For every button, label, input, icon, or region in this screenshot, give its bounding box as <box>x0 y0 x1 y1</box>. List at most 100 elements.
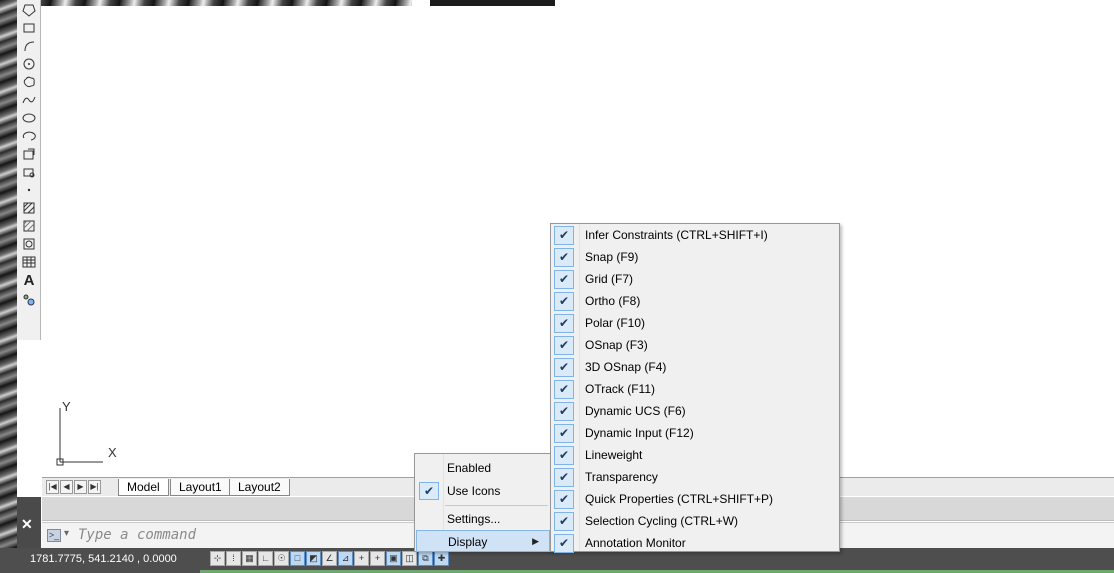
infer-constraints-icon[interactable]: ⊹ <box>210 551 225 566</box>
checkmark-icon: ✔ <box>554 292 574 311</box>
checkmark-icon: ✔ <box>554 424 574 443</box>
table-icon[interactable] <box>20 254 38 270</box>
menu-item-use-icons[interactable]: ✔ Use Icons <box>415 480 550 502</box>
submenu-item-osnap[interactable]: ✔ OSnap (F3) <box>551 334 839 356</box>
submenu-item-snap[interactable]: ✔ Snap (F9) <box>551 246 839 268</box>
coordinates-readout[interactable]: 1781.7775, 541.2140 , 0.0000 <box>30 553 177 565</box>
polygon-icon[interactable] <box>20 2 38 18</box>
submenu-item-otrack[interactable]: ✔ OTrack (F11) <box>551 378 839 400</box>
circle-icon[interactable] <box>20 56 38 72</box>
desktop-background <box>0 0 17 552</box>
ucs-y-label: Y <box>62 399 71 414</box>
submenu-item-infer-constraints[interactable]: ✔ Infer Constraints (CTRL+SHIFT+I) <box>551 224 839 246</box>
close-icon[interactable]: ✕ <box>21 516 33 533</box>
submenu-item-label: Quick Properties (CTRL+SHIFT+P) <box>585 492 774 506</box>
submenu-item-ortho[interactable]: ✔ Ortho (F8) <box>551 290 839 312</box>
menu-item-display[interactable]: Display ▶ <box>416 530 550 552</box>
otrack-icon[interactable]: ∠ <box>322 551 337 566</box>
hatch-icon[interactable] <box>20 200 38 216</box>
next-layout-button[interactable]: ▶ <box>74 480 87 494</box>
quick-properties-icon[interactable]: ◫ <box>402 551 417 566</box>
submenu-item-lineweight[interactable]: ✔ Lineweight <box>551 444 839 466</box>
submenu-item-transparency[interactable]: ✔ Transparency <box>551 466 839 488</box>
revision-cloud-icon[interactable] <box>20 74 38 90</box>
checkmark-icon: ✔ <box>554 468 574 487</box>
checkmark-icon: ✔ <box>554 358 574 377</box>
make-block-icon[interactable] <box>20 164 38 180</box>
command-prompt-icon[interactable]: >_ <box>47 529 61 542</box>
submenu-item-annotation-monitor[interactable]: ✔ Annotation Monitor <box>551 532 839 554</box>
submenu-item-label: Annotation Monitor <box>585 536 686 550</box>
point-icon[interactable] <box>20 182 38 198</box>
menu-item-label: Enabled <box>447 461 492 475</box>
ellipse-icon[interactable] <box>20 110 38 126</box>
menu-item-enabled[interactable]: Enabled <box>415 457 550 479</box>
submenu-item-label: OTrack (F11) <box>585 382 656 396</box>
ucs-x-label: X <box>108 445 117 460</box>
display-submenu: ✔ Infer Constraints (CTRL+SHIFT+I) ✔ Snap … <box>550 223 840 554</box>
submenu-item-dynamic-input[interactable]: ✔ Dynamic Input (F12) <box>551 422 839 444</box>
submenu-item-quick-properties[interactable]: ✔ Quick Properties (CTRL+SHIFT+P) <box>551 488 839 510</box>
add-selected-icon[interactable] <box>20 292 38 308</box>
checkmark-icon: ✔ <box>554 336 574 355</box>
grid-icon[interactable]: ▦ <box>242 551 257 566</box>
insert-block-icon[interactable] <box>20 146 38 162</box>
submenu-item-label: Snap (F9) <box>585 250 639 264</box>
checkmark-icon: ✔ <box>554 314 574 333</box>
ellipse-arc-icon[interactable] <box>20 128 38 144</box>
submenu-arrow-icon: ▶ <box>532 536 539 546</box>
previous-layout-button[interactable]: ◀ <box>60 480 73 494</box>
menu-item-label: Display <box>448 535 488 549</box>
annotation-monitor-icon[interactable]: ✚ <box>434 551 449 566</box>
submenu-item-label: Lineweight <box>585 448 643 462</box>
checkmark-icon: ✔ <box>554 270 574 289</box>
menu-item-label: Use Icons <box>447 484 501 498</box>
submenu-item-label: Dynamic UCS (F6) <box>585 404 686 418</box>
submenu-item-label: Polar (F10) <box>585 316 646 330</box>
dynamic-input-icon[interactable]: + <box>354 551 369 566</box>
submenu-item-label: 3D OSnap (F4) <box>585 360 667 374</box>
ortho-icon[interactable]: ∟ <box>258 551 273 566</box>
selection-cycling-icon[interactable]: ⧉ <box>418 551 433 566</box>
region-icon[interactable] <box>20 236 38 252</box>
3d-osnap-icon[interactable]: ◩ <box>306 551 321 566</box>
checkmark-icon: ✔ <box>554 226 574 245</box>
tab-layout1[interactable]: Layout1 <box>170 479 231 496</box>
submenu-item-selection-cycling[interactable]: ✔ Selection Cycling (CTRL+W) <box>551 510 839 532</box>
submenu-item-label: Ortho (F8) <box>585 294 641 308</box>
command-input[interactable]: Type a command <box>78 527 196 543</box>
gradient-icon[interactable] <box>20 218 38 234</box>
submenu-item-polar[interactable]: ✔ Polar (F10) <box>551 312 839 334</box>
submenu-item-3d-osnap[interactable]: ✔ 3D OSnap (F4) <box>551 356 839 378</box>
submenu-item-label: Selection Cycling (CTRL+W) <box>585 514 739 528</box>
checkmark-icon: ✔ <box>554 248 574 267</box>
submenu-item-label: OSnap (F3) <box>585 338 648 352</box>
tab-layout2[interactable]: Layout2 <box>229 479 290 496</box>
last-layout-button[interactable]: ▶| <box>88 480 101 494</box>
chevron-down-icon[interactable]: ▾ <box>64 528 69 539</box>
checkmark-icon: ✔ <box>554 512 574 531</box>
submenu-item-dynamic-ucs[interactable]: ✔ Dynamic UCS (F6) <box>551 400 839 422</box>
multiline-text-icon[interactable]: A <box>20 272 38 289</box>
first-layout-button[interactable]: |◀ <box>46 480 59 494</box>
lineweight-icon[interactable]: + <box>370 551 385 566</box>
rectangle-icon[interactable] <box>20 20 38 36</box>
snap-icon[interactable]: ⁞ <box>226 551 241 566</box>
transparency-icon[interactable]: ▣ <box>386 551 401 566</box>
submenu-item-grid[interactable]: ✔ Grid (F7) <box>551 268 839 290</box>
checkmark-icon: ✔ <box>419 482 439 500</box>
spline-icon[interactable] <box>20 92 38 108</box>
submenu-item-label: Transparency <box>585 470 658 484</box>
polar-icon[interactable]: ☉ <box>274 551 289 566</box>
submenu-item-label: Infer Constraints (CTRL+SHIFT+I) <box>585 228 768 242</box>
submenu-item-label: Grid (F7) <box>585 272 633 286</box>
menu-item-settings[interactable]: Settings... <box>415 508 550 530</box>
checkmark-icon: ✔ <box>554 490 574 509</box>
checkmark-icon: ✔ <box>554 380 574 399</box>
checkmark-icon: ✔ <box>554 534 574 553</box>
layout-nav-buttons: |◀ ◀ ▶ ▶| <box>46 480 102 495</box>
arc-icon[interactable] <box>20 38 38 54</box>
dynamic-ucs-icon[interactable]: ⊿ <box>338 551 353 566</box>
osnap-icon[interactable]: □ <box>290 551 305 566</box>
tab-model[interactable]: Model <box>118 479 169 496</box>
